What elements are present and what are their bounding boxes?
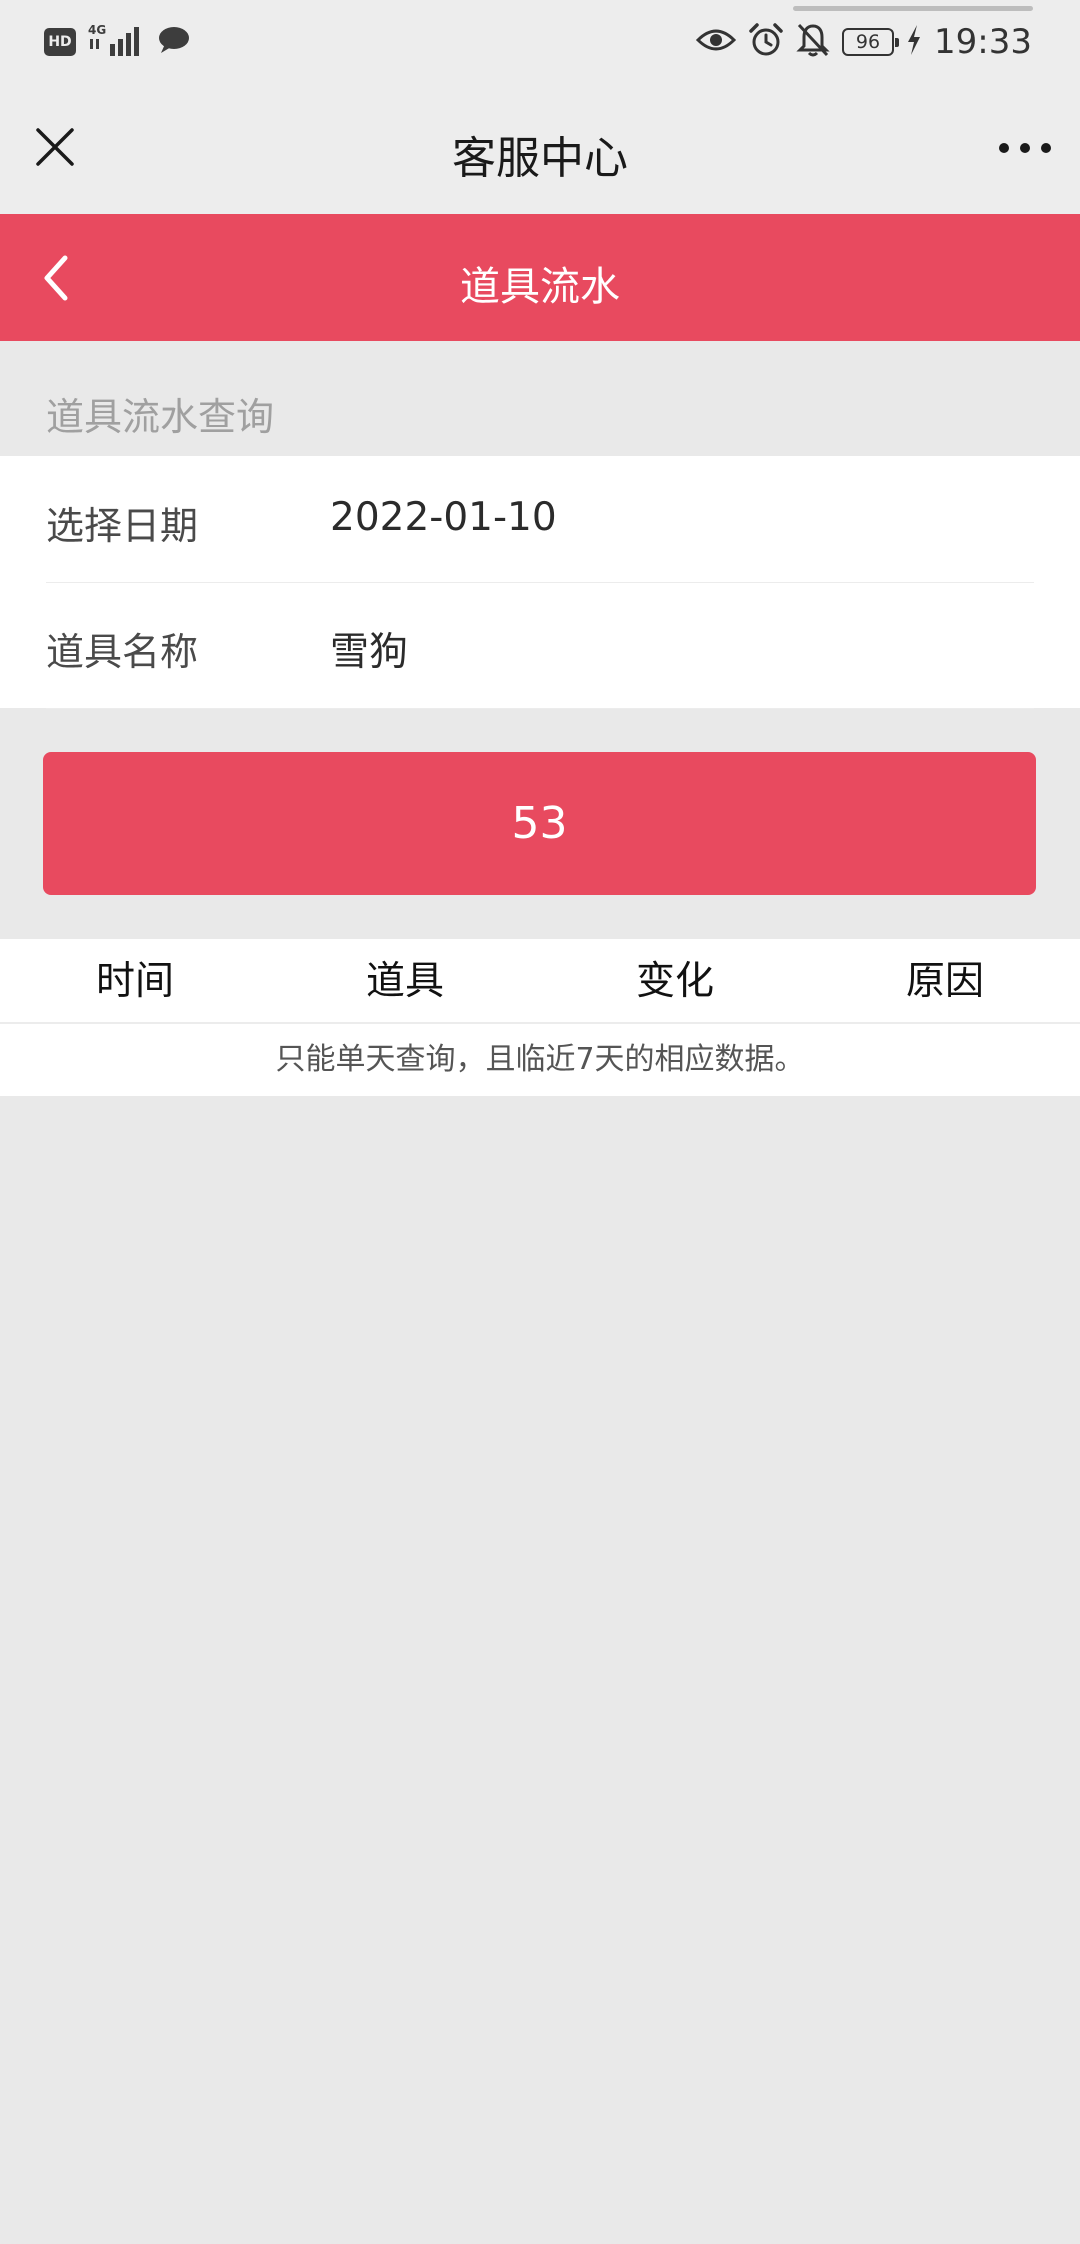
query-form: 选择日期 2022-01-10 道具名称 雪狗 [0,456,1080,709]
status-right: 96 19:33 [695,20,1032,64]
table-note: 只能单天查询，且临近7天的相应数据。 [0,1024,1080,1096]
column-reason: 原因 [905,959,984,1004]
date-row[interactable]: 选择日期 2022-01-10 [46,456,1034,583]
status-left: HD 4G [44,22,190,62]
more-dots-icon [999,143,1051,153]
charging-icon [906,24,922,60]
table-header: 时间 道具 变化 原因 [0,939,1080,1024]
clock: 19:33 [934,22,1032,62]
date-label: 选择日期 [46,504,199,548]
app-header: 道具流水 [0,214,1080,341]
signal-icon: 4G [88,22,144,62]
battery-indicator: 96 [842,28,900,56]
column-time: 时间 [95,959,174,1004]
page-title: 客服中心 [452,133,628,184]
top-indicator [793,6,1033,11]
alarm-icon [748,22,784,62]
bell-muted-icon [796,22,830,62]
title-bar: 客服中心 [0,86,1080,214]
date-field[interactable]: 2022-01-10 [330,495,557,540]
eye-icon [695,26,737,58]
svg-text:4G: 4G [88,23,106,37]
column-change: 变化 [635,959,714,1004]
query-button[interactable]: 53 [43,752,1036,895]
column-item: 道具 [365,959,444,1004]
hd-badge: HD [44,28,76,56]
chat-bubble-icon [156,25,190,59]
status-bar: HD 4G 96 19:33 [0,0,1080,86]
item-label: 道具名称 [46,630,199,674]
more-button[interactable] [994,124,1056,172]
header-title: 道具流水 [460,264,620,310]
item-row[interactable]: 道具名称 雪狗 [46,582,1034,709]
item-field[interactable]: 雪狗 [330,621,408,677]
section-caption: 道具流水查询 [46,395,275,439]
